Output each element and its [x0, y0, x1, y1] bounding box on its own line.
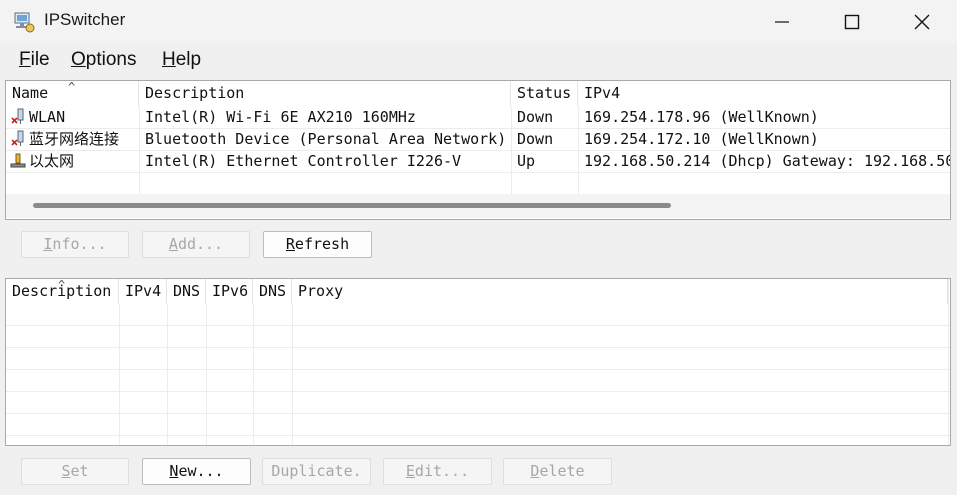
adapter-status: Up — [517, 152, 536, 170]
column-header-description[interactable]: Description — [139, 81, 511, 106]
delete-button[interactable]: Delete — [503, 458, 612, 485]
sort-indicator-icon: ^ — [58, 278, 66, 292]
network-connected-icon — [10, 153, 26, 168]
column-header-ipv6[interactable]: IPv6 — [206, 279, 253, 304]
scrollbar-thumb[interactable] — [33, 203, 671, 208]
column-header-name[interactable]: Name ^ — [6, 81, 139, 106]
refresh-label: efresh — [294, 235, 350, 253]
network-disconnected-icon — [11, 108, 24, 124]
profile-list[interactable]: Description ^ IPv4 DNS IPv6 DNS Proxy — [5, 278, 951, 446]
row-divider — [6, 369, 950, 370]
menu-options[interactable]: Options — [71, 49, 136, 71]
column-header-ipv4[interactable]: IPv4 — [578, 81, 950, 106]
maximize-button[interactable] — [817, 0, 887, 44]
close-button[interactable] — [887, 0, 957, 44]
new-label: ew... — [178, 462, 224, 480]
column-header-dns[interactable]: DNS — [167, 279, 206, 304]
row-divider — [6, 172, 950, 173]
column-header-description[interactable]: Description ^ — [6, 279, 119, 304]
minimize-icon — [775, 21, 789, 23]
menu-help[interactable]: Help — [162, 49, 201, 71]
row-divider — [6, 435, 950, 436]
menu-options-label: ptions — [85, 49, 137, 70]
menu-file[interactable]: File — [19, 49, 50, 71]
column-header-proxy[interactable]: Proxy — [292, 279, 948, 304]
app-network-icon — [14, 12, 35, 33]
edit-label: dit... — [414, 462, 470, 480]
adapter-name: 蓝牙网络连接 — [29, 130, 120, 148]
row-divider — [6, 347, 950, 348]
delete-label: elete — [539, 462, 585, 480]
row-divider — [6, 413, 950, 414]
menu-bar: File Options Help — [0, 44, 957, 76]
adapter-ipv4: 169.254.178.96 (WellKnown) — [584, 108, 819, 126]
adapter-name: WLAN — [29, 108, 66, 126]
adapter-description: Intel(R) Wi-Fi 6E AX210 160MHz — [145, 108, 416, 126]
new-button[interactable]: New... — [142, 458, 251, 485]
column-name-label: Name — [12, 84, 49, 102]
column-header-dns6[interactable]: DNS — [253, 279, 292, 304]
edit-mnemonic: E — [405, 462, 415, 480]
adapter-ipv4: 192.168.50.214 (Dhcp) Gateway: 192.168.5… — [584, 152, 950, 170]
adapter-ipv4: 169.254.172.10 (WellKnown) — [584, 130, 819, 148]
adapter-name: 以太网 — [29, 152, 75, 170]
column-header-ipv4[interactable]: IPv4 — [119, 279, 167, 304]
maximize-icon — [844, 14, 860, 30]
row-divider — [6, 391, 950, 392]
set-button[interactable]: Set — [21, 458, 129, 485]
duplicate-button[interactable]: Duplicate. — [262, 458, 371, 485]
adapter-description: Bluetooth Device (Personal Area Network) — [145, 130, 507, 148]
info-button[interactable]: Info... — [21, 231, 129, 258]
add-button[interactable]: Add... — [142, 231, 250, 258]
window-title: IPSwitcher — [44, 10, 126, 29]
close-icon — [914, 14, 930, 30]
adapter-status: Down — [517, 108, 554, 126]
edit-button[interactable]: Edit... — [383, 458, 492, 485]
adapter-list[interactable]: Name ^ Description Status IPv4 WLAN Inte… — [5, 80, 951, 220]
column-divider — [948, 279, 949, 445]
minimize-button[interactable] — [747, 0, 817, 44]
menu-help-mnemonic: H — [162, 49, 176, 70]
menu-options-mnemonic: O — [71, 49, 86, 70]
column-header-status[interactable]: Status — [511, 81, 578, 106]
menu-file-mnemonic: F — [19, 49, 31, 70]
set-label: et — [70, 462, 89, 480]
sort-indicator-icon: ^ — [68, 80, 76, 94]
row-divider — [6, 325, 950, 326]
title-bar: IPSwitcher — [0, 0, 957, 44]
menu-file-label: ile — [30, 49, 50, 70]
menu-help-label: elp — [175, 49, 202, 70]
network-disconnected-icon — [11, 130, 24, 146]
adapter-description: Intel(R) Ethernet Controller I226-V — [145, 152, 462, 170]
adapter-status: Down — [517, 130, 554, 148]
add-label: dd... — [177, 235, 224, 253]
refresh-mnemonic: R — [285, 235, 295, 253]
info-label: nfo... — [52, 235, 107, 253]
refresh-button[interactable]: Refresh — [263, 231, 372, 258]
add-mnemonic: A — [168, 235, 178, 253]
